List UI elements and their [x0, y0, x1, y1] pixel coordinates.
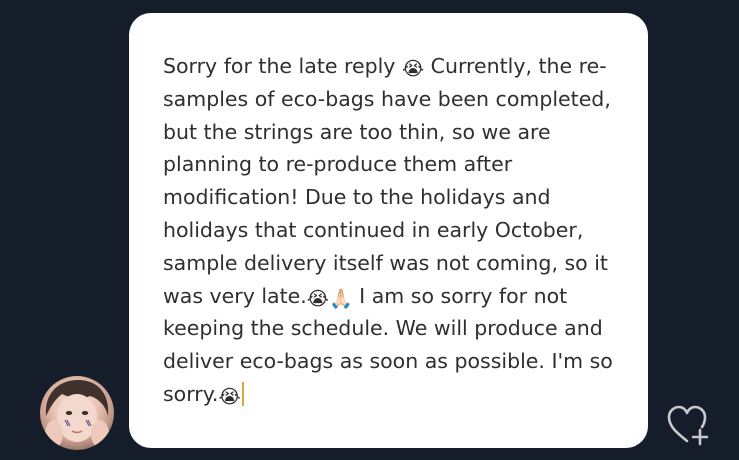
message-text-part-2: Currently, the re-samples of eco-bags ha… [163, 54, 611, 308]
message-text-part-1: Sorry for the late reply [163, 54, 402, 78]
message-text: Sorry for the late reply 😭 Currently, th… [163, 50, 626, 411]
avatar-image [45, 380, 109, 448]
loudly-crying-emoji: 😭 [306, 287, 329, 310]
loudly-crying-emoji: 😭 [218, 385, 241, 408]
text-cursor [241, 381, 244, 406]
heart-plus-icon[interactable] [664, 401, 712, 449]
loudly-crying-emoji: 😭 [401, 58, 425, 80]
dm-conversation-view: Sorry for the late reply 😭 Currently, th… [0, 0, 739, 460]
message-bubble[interactable]: Sorry for the late reply 😭 Currently, th… [129, 13, 648, 448]
heart-plus-glyph [667, 405, 709, 446]
sender-avatar[interactable] [40, 376, 114, 450]
folded-hands-emoji: 🙏🏻 [328, 287, 353, 310]
